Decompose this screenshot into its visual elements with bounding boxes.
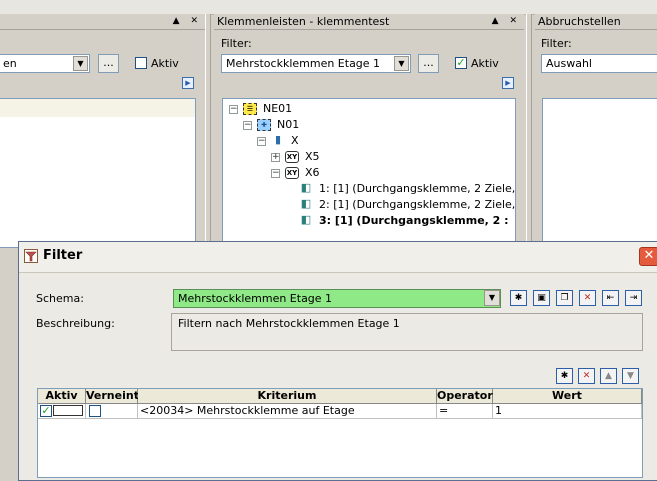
panel-controls[interactable]: ▲ ✕ (173, 14, 202, 29)
klemmen-tree[interactable]: − ☰ NE01− ✚ N01− ▮ X + XY X5− XY X6 ◧ 1: [1] (Durchga… (222, 98, 516, 248)
schema-toolbar: ✱ ▣ ❐ ✕ ⇤ ⇥ (510, 290, 650, 306)
left-browse-button[interactable]: ... (98, 54, 119, 73)
delete-criterion-icon[interactable]: ✕ (578, 368, 595, 384)
dialog-titlebar[interactable]: Filter ✕ (19, 242, 657, 273)
row-aktiv-focus (53, 405, 83, 416)
right-filter-combo-value: Auswahl (546, 57, 592, 70)
left-filter-combo-value: en (3, 57, 17, 70)
left-list[interactable] (0, 98, 196, 248)
grid-header-wert[interactable]: Wert (493, 389, 642, 404)
middle-browse-button[interactable]: ... (418, 54, 439, 73)
middle-panel-title: Klemmenleisten - klemmentest ▲ ✕ (214, 14, 524, 30)
middle-filter-combo[interactable]: Mehrstockklemmen Etage 1 ▼ (221, 54, 411, 73)
new-schema-icon[interactable]: ✱ (510, 290, 527, 306)
row-verneint-checkbox[interactable] (89, 405, 101, 417)
chevron-down-icon[interactable]: ▼ (484, 290, 500, 306)
expand-icon[interactable]: + (271, 153, 280, 162)
middle-aktiv-label: Aktiv (471, 57, 499, 70)
filter-dialog: Filter ✕ Schema: Mehrstockklemmen Etage … (18, 241, 657, 481)
criteria-grid: Aktiv Verneint Kriterium Operator Wert ✓… (37, 388, 643, 478)
splitter-left[interactable] (205, 14, 211, 244)
apply-arrow-icon[interactable]: ▶ (182, 77, 194, 89)
collapse-icon[interactable]: − (257, 137, 266, 146)
left-aktiv-checkbox[interactable] (135, 57, 147, 69)
schema-combo-value: Mehrstockklemmen Etage 1 (178, 292, 333, 305)
tree-node-label: NE01 (263, 102, 293, 115)
move-down-icon[interactable]: ▼ (622, 368, 639, 384)
left-list-selected-row[interactable] (0, 99, 195, 117)
criteria-toolbar: ✱ ✕ ▲ ▼ (556, 368, 646, 384)
beschreibung-label: Beschreibung: (36, 317, 115, 330)
right-panel-title: Abbruchstellen (535, 14, 657, 30)
schema-combo[interactable]: Mehrstockklemmen Etage 1 (173, 289, 501, 308)
app-top-bar (0, 0, 657, 15)
rack-icon: ☰ (243, 103, 257, 115)
close-icon[interactable]: ✕ (639, 247, 657, 266)
terminal-icon: ◧ (300, 181, 312, 194)
collapse-icon[interactable]: − (229, 105, 238, 114)
tree-node-label: 1: [1] (Durchgangsklemme, 2 Ziele, (319, 182, 516, 195)
grid-cell-operator[interactable]: = (437, 404, 493, 419)
grid-header-kriterium[interactable]: Kriterium (138, 389, 437, 404)
chevron-down-icon[interactable]: ▼ (394, 56, 409, 71)
right-filter-combo[interactable]: Auswahl (541, 54, 657, 73)
add-criterion-icon[interactable]: ✱ (556, 368, 573, 384)
save-icon[interactable]: ▣ (533, 290, 550, 306)
grid-header-operator[interactable]: Operator (437, 389, 493, 404)
filter-funnel-icon (24, 249, 38, 263)
grid-header-verneint[interactable]: Verneint (86, 389, 139, 404)
chevron-down-icon[interactable]: ▼ (73, 56, 88, 71)
left-panel: ▲ ✕ en ▼ ... Aktiv ▶ (0, 14, 205, 248)
collapse-icon[interactable]: − (243, 121, 252, 130)
panel-controls[interactable]: ▲ ✕ (492, 14, 521, 29)
node-icon: ✚ (257, 119, 271, 131)
grid-cell-wert[interactable]: 1 (493, 404, 642, 419)
terminal-icon: ◧ (300, 213, 312, 226)
grid-cell-aktiv[interactable]: ✓ (38, 404, 86, 419)
tree-node-label: 3: [1] (Durchgangsklemme, 2 : (319, 214, 509, 227)
dialog-title: Filter (43, 248, 83, 263)
terminal-icon: ◧ (300, 197, 312, 210)
middle-filter-label: Filter: (221, 37, 252, 50)
left-aktiv-label: Aktiv (151, 57, 179, 70)
folder-icon: ▮ (274, 133, 282, 146)
right-filter-label: Filter: (541, 37, 572, 50)
copy-icon[interactable]: ❐ (556, 290, 573, 306)
right-list[interactable] (542, 98, 657, 248)
export-icon[interactable]: ⇥ (625, 290, 642, 306)
row-aktiv-checkbox[interactable]: ✓ (40, 405, 52, 417)
apply-arrow-icon[interactable]: ▶ (502, 77, 514, 89)
right-panel: Abbruchstellen Filter: Auswahl (535, 14, 657, 248)
collapse-icon[interactable]: − (271, 169, 280, 178)
left-filter-combo[interactable]: en ▼ (0, 54, 90, 73)
tree-node-label: X6 (305, 166, 320, 179)
left-panel-title: ▲ ✕ (0, 14, 205, 30)
import-icon[interactable]: ⇤ (602, 290, 619, 306)
middle-filter-combo-value: Mehrstockklemmen Etage 1 (226, 57, 381, 70)
grid-cell-kriterium[interactable]: <20034> Mehrstockklemme auf Etage (138, 404, 437, 419)
xy-icon: XY (285, 167, 299, 179)
delete-icon[interactable]: ✕ (579, 290, 596, 306)
middle-aktiv-checkbox[interactable]: ✓ (455, 57, 467, 69)
beschreibung-field[interactable]: Filtern nach Mehrstockklemmen Etage 1 (171, 313, 643, 351)
middle-panel: Klemmenleisten - klemmentest ▲ ✕ Filter:… (214, 14, 524, 248)
move-up-icon[interactable]: ▲ (600, 368, 617, 384)
schema-label: Schema: (36, 292, 84, 305)
tree-node-label: X (291, 134, 299, 147)
tree-node-label: N01 (277, 118, 300, 131)
grid-header-aktiv[interactable]: Aktiv (38, 389, 86, 404)
xy-icon: XY (285, 151, 299, 163)
right-panel-title-text: Abbruchstellen (538, 15, 621, 28)
splitter-right[interactable] (526, 14, 532, 244)
tree-node-label: 2: [1] (Durchgangsklemme, 2 Ziele, (319, 198, 516, 211)
tree-node-label: X5 (305, 150, 320, 163)
grid-cell-verneint[interactable] (86, 404, 138, 419)
middle-panel-title-text: Klemmenleisten - klemmentest (217, 15, 390, 28)
